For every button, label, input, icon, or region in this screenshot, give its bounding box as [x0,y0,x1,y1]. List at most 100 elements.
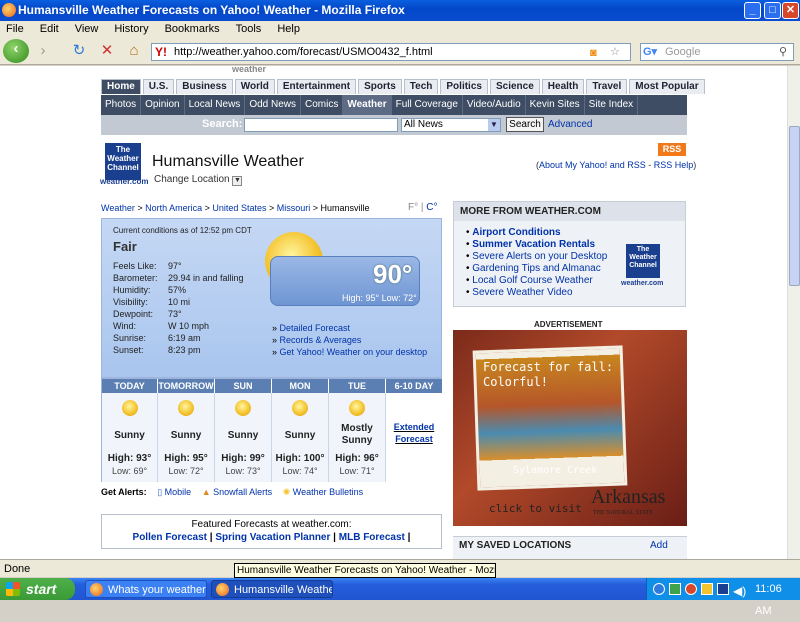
tab-most-popular[interactable]: Most Popular [629,79,705,94]
advanced-search-link[interactable]: Advanced [548,119,592,130]
security-icon[interactable] [685,583,697,595]
mostly-sunny-icon [349,400,365,416]
subtab-local-news[interactable]: Local News [185,95,246,115]
subtab-full-coverage[interactable]: Full Coverage [392,95,463,115]
vacation-planner-link[interactable]: Spring Vacation Planner [215,532,330,543]
detailed-forecast-link[interactable]: » Detailed Forecast [272,322,427,334]
add-location-link[interactable]: Add [650,537,668,555]
change-location-link[interactable]: Change Location ▼ [154,174,243,186]
tray-app-icon[interactable] [669,583,681,595]
search-scope-select[interactable]: All News ▼ [401,118,501,132]
unit-fahrenheit[interactable]: F° [408,202,418,213]
featured-links: Pollen Forecast | Spring Vacation Planne… [132,532,411,543]
menu-view[interactable]: View [75,23,99,35]
crumb-weather[interactable]: Weather [101,203,135,213]
rss-badge[interactable]: RSS [658,143,686,156]
url-bar[interactable]: Y! http://weather.yahoo.com/forecast/USM… [151,43,631,61]
subtab-video-audio[interactable]: Video/Audio [463,95,526,115]
taskbar-item-active[interactable]: Humansville Weather ... [211,580,333,598]
list-item[interactable]: • Airport Conditions [466,227,607,239]
taskbar-item[interactable]: Whats your weather l... [85,580,207,598]
stop-icon[interactable]: ✕ [96,41,118,61]
menu-edit[interactable]: Edit [40,23,59,35]
pollen-forecast-link[interactable]: Pollen Forecast [133,532,207,543]
desktop-weather-link[interactable]: » Get Yahoo! Weather on your desktop [272,346,427,358]
logo-line1: The [636,246,650,253]
subtab-weather[interactable]: Weather [343,95,392,115]
shield-icon[interactable] [701,583,713,595]
tab-science[interactable]: Science [489,79,540,94]
arkansas-advertisement[interactable]: Forecast for fall: Colorful! Sylamore Cr… [453,330,687,526]
forecast-high: High: 99° [221,453,265,464]
subtab-opinion[interactable]: Opinion [141,95,185,115]
sunny-icon [178,400,194,416]
reload-icon[interactable]: ↻ [68,41,90,61]
tab-business[interactable]: Business [176,79,233,94]
tab-health[interactable]: Health [541,79,585,94]
records-averages-link[interactable]: » Records & Averages [272,334,427,346]
crumb-united-states[interactable]: United States [212,203,266,213]
vertical-scrollbar[interactable] [787,66,800,559]
mlb-forecast-link[interactable]: MLB Forecast [339,532,405,543]
mobile-alerts-link[interactable]: Mobile [165,487,192,497]
start-button[interactable]: start [0,578,75,600]
tab-world[interactable]: World [234,79,275,94]
firefox-icon [2,3,16,17]
crumb-missouri[interactable]: Missouri [277,203,311,213]
close-button[interactable]: ✕ [782,2,799,19]
news-search-button[interactable]: Search [506,117,544,132]
monitor-icon[interactable] [717,583,729,595]
subtab-odd-news[interactable]: Odd News [245,95,301,115]
bookmark-star-icon[interactable]: ☆ [610,44,620,60]
clock[interactable]: 11:06 AM [755,578,800,622]
menu-file[interactable]: File [6,23,24,35]
list-item[interactable]: • Summer Vacation Rentals [466,239,607,251]
crumb-north-america[interactable]: North America [145,203,202,213]
list-item[interactable]: • Severe Alerts on your Desktop [466,251,607,263]
search-icon[interactable]: ⚲ [779,44,787,60]
volume-icon[interactable]: ◀) [733,580,746,602]
search-placeholder: Google [665,46,701,58]
list-item[interactable]: • Severe Weather Video [466,287,607,299]
back-button[interactable]: ‹ [3,39,29,63]
home-icon[interactable]: ⌂ [123,41,145,61]
menu-history[interactable]: History [114,23,148,35]
list-item[interactable]: • Local Golf Course Weather [466,275,607,287]
sunny-icon [292,400,308,416]
tab-travel[interactable]: Travel [586,79,628,94]
tab-tech[interactable]: Tech [403,79,439,94]
detail-row: Visibility: 10 mi [113,297,190,307]
weather-channel-logo[interactable]: The Weather Channel [105,143,141,180]
extended-forecast-link[interactable]: Extended Forecast [386,421,442,445]
weather-bulletins-link[interactable]: Weather Bulletins [293,487,363,497]
rss-feed-icon[interactable]: ◙ [590,45,597,61]
network-icon[interactable] [653,583,665,595]
scroll-thumb[interactable] [789,126,800,286]
rss-links: (About My Yahoo! and RSS - RSS Help) [536,160,697,170]
menu-bookmarks[interactable]: Bookmarks [165,23,220,35]
news-search-input[interactable] [244,118,398,132]
snowfall-alerts-link[interactable]: Snowfall Alerts [213,487,272,497]
subtab-comics[interactable]: Comics [301,95,344,115]
forecast-panel: TODAY TOMORROW SUN MON TUE 6-10 DAY Sunn… [101,378,442,482]
weather-channel-logo-small[interactable]: The Weather Channel [626,244,660,278]
forward-button[interactable]: › [32,41,54,61]
tab-politics[interactable]: Politics [440,79,488,94]
subtab-site-index[interactable]: Site Index [585,95,639,115]
rss-help-link[interactable]: RSS Help [654,160,694,170]
unit-celsius[interactable]: C° [426,202,437,213]
search-input[interactable]: G▾ Google ⚲ [640,43,794,61]
menu-help[interactable]: Help [277,23,300,35]
forecast-day: TOMORROW [158,379,214,393]
subtab-kevin-sites[interactable]: Kevin Sites [526,95,585,115]
list-item[interactable]: • Gardening Tips and Almanac [466,263,607,275]
tab-entertainment[interactable]: Entertainment [276,79,357,94]
tab-us[interactable]: U.S. [142,79,175,94]
tab-home[interactable]: Home [101,79,141,94]
subtab-photos[interactable]: Photos [101,95,142,115]
about-rss-link[interactable]: About My Yahoo! and RSS [539,160,646,170]
maximize-button[interactable]: □ [764,2,781,19]
menu-tools[interactable]: Tools [236,23,262,35]
minimize-button[interactable]: _ [744,2,761,19]
tab-sports[interactable]: Sports [358,79,402,94]
